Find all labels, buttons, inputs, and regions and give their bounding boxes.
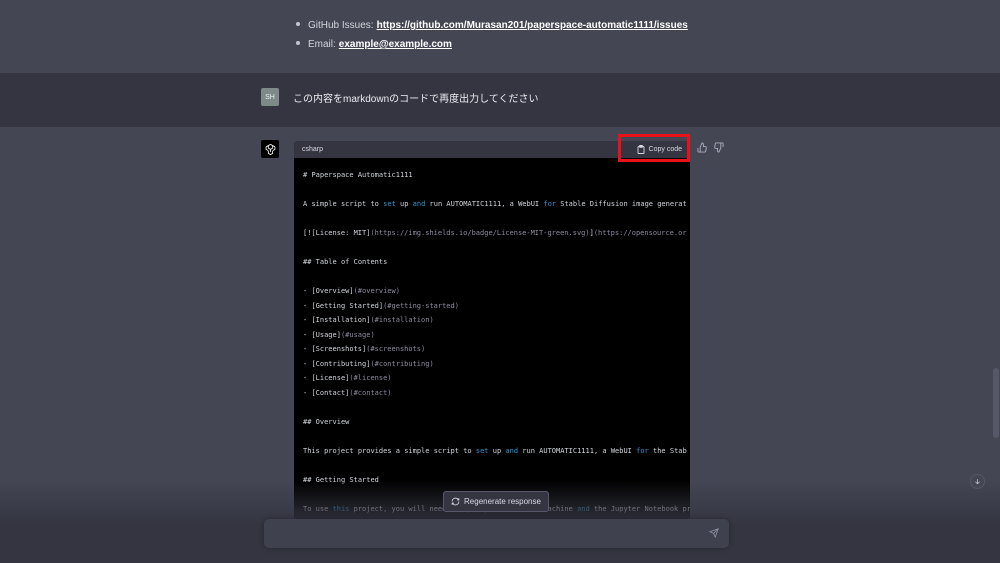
code-line: - [Contact](#contact) xyxy=(303,388,392,397)
scrollbar-thumb[interactable] xyxy=(993,368,999,438)
code-line: - [Screenshots](#screenshots) xyxy=(303,345,426,353)
code-line: - [Contributing](#contributing) xyxy=(303,359,434,368)
code-line: - [Installation](#installation) xyxy=(303,316,434,324)
code-block: csharp Copy code # Paperspace Automatic1… xyxy=(294,141,690,521)
contact-label: Email: xyxy=(308,39,336,50)
highlight-box xyxy=(618,134,690,162)
list-item: GitHub Issues: https://github.com/Murasa… xyxy=(296,16,688,35)
contact-list: GitHub Issues: https://github.com/Murasa… xyxy=(296,16,688,54)
code-line: # Paperspace Automatic1111 xyxy=(303,171,413,179)
code-line: - [Usage](#usage) xyxy=(303,330,375,339)
code-language: csharp xyxy=(302,146,324,153)
thumbs-up-icon[interactable] xyxy=(697,142,708,153)
contact-label: GitHub Issues: xyxy=(308,20,374,31)
scroll-to-bottom-button[interactable] xyxy=(970,474,985,489)
github-issues-link[interactable]: https://github.com/Murasan201/paperspace… xyxy=(377,20,688,31)
refresh-icon xyxy=(451,497,460,506)
send-icon[interactable] xyxy=(709,528,719,538)
chatgpt-logo-icon xyxy=(261,140,279,158)
arrow-down-icon xyxy=(975,479,980,485)
code-line: ## Overview xyxy=(303,417,350,426)
code-line: - [Overview](#overview) xyxy=(303,287,400,295)
bullet-icon xyxy=(296,40,300,45)
code-line: - [Getting Started](#getting-started) xyxy=(303,301,459,310)
avatar: SH xyxy=(261,88,279,106)
code-line: This project provides a simple script to… xyxy=(303,446,687,455)
code-line: A simple script to set up and run AUTOMA… xyxy=(303,200,687,208)
list-item: Email: example@example.com xyxy=(296,35,688,54)
user-message-text: この内容をmarkdownのコードで再度出力してください xyxy=(293,94,539,105)
thumbs-down-icon[interactable] xyxy=(713,142,724,153)
regenerate-label: Regenerate response xyxy=(464,497,541,506)
code-line: ## Table of Contents xyxy=(303,258,388,266)
code-line: [![License: MIT](https://img.shields.io/… xyxy=(303,229,687,237)
email-link[interactable]: example@example.com xyxy=(339,39,452,50)
code-content: # Paperspace Automatic1111 A simple scri… xyxy=(294,158,690,516)
regenerate-response-button[interactable]: Regenerate response xyxy=(443,491,549,512)
bullet-icon xyxy=(296,21,300,26)
message-input[interactable] xyxy=(264,519,729,548)
code-line: - [License](#license) xyxy=(303,374,392,382)
